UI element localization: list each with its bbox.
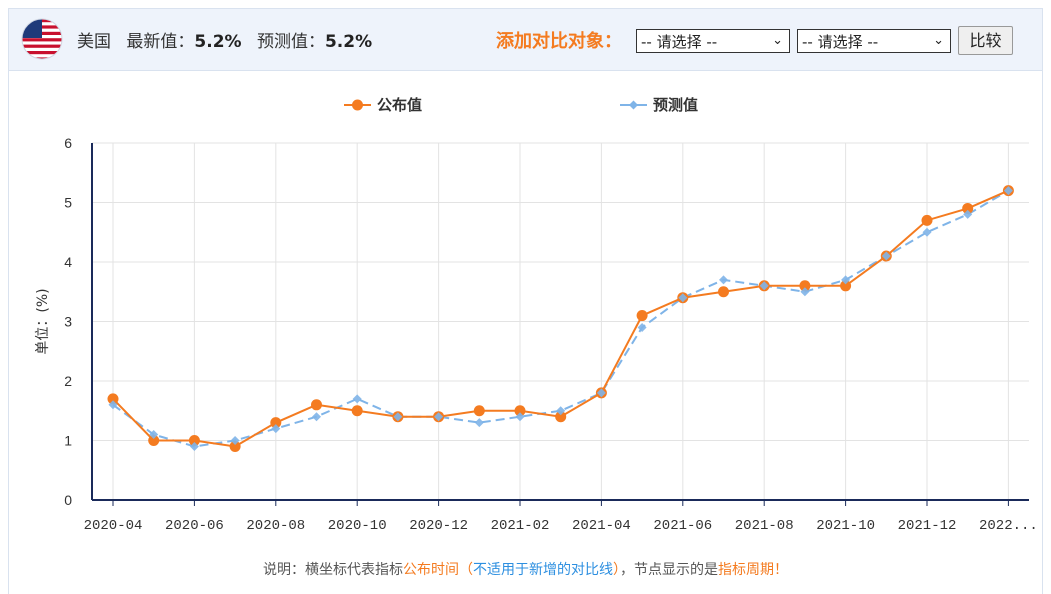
data-point-forecast (719, 275, 728, 285)
x-tick-label: 2022... (979, 518, 1038, 534)
x-tick-label: 2021-02 (491, 518, 550, 534)
legend-marker-published (352, 99, 363, 111)
x-tick-label: 2021-10 (816, 518, 875, 534)
data-point-published (718, 286, 729, 298)
y-tick-label: 4 (64, 254, 72, 270)
y-tick-label: 0 (64, 492, 72, 508)
y-tick-label: 2 (64, 373, 72, 389)
data-point-forecast (474, 418, 484, 428)
x-tick-label: 2021-04 (572, 518, 631, 534)
note-not-applicable[interactable]: 不适用于新增的对比线 (473, 562, 613, 578)
y-axis-label: 单位：(%) (35, 288, 51, 354)
legend-label-forecast: 预测值 (653, 96, 698, 114)
legend-label-published: 公布值 (377, 96, 422, 114)
legend-marker-forecast (629, 100, 638, 110)
note-paren-close: ） (613, 562, 620, 578)
x-tick-label: 2020-10 (328, 518, 387, 534)
data-point-published (921, 214, 933, 226)
y-tick-label: 6 (64, 135, 72, 151)
data-point-published (636, 310, 648, 322)
line-chart: 0 1 2 3 4 5 6 2020-04 2020-06 2020-08 2020-10 2020-… (35, 96, 1038, 534)
data-point-forecast (352, 394, 362, 404)
data-point-forecast (637, 322, 647, 332)
data-point-published (311, 399, 322, 411)
x-tick-label: 2020-08 (246, 518, 305, 534)
data-point-forecast (922, 227, 932, 237)
note-period: 指标周期 (718, 562, 774, 578)
x-tick-label: 2021-08 (735, 518, 794, 534)
note-publish-time: 公布时间 (403, 562, 459, 578)
y-tick-label: 3 (64, 314, 72, 330)
chart-note: 说明：横坐标代表指标公布时间（不适用于新增的对比线），节点显示的是指标周期！ (9, 559, 1042, 579)
x-tick-label: 2020-06 (165, 518, 224, 534)
indicator-panel: 美国 最新值：5.2% 预测值：5.2% 添加对比对象： -- 请选择 -- ⌄… (8, 8, 1043, 594)
note-suffix: ！ (774, 562, 788, 578)
y-tick-label: 5 (64, 195, 72, 211)
data-point-published (473, 405, 485, 417)
x-tick-label: 2020-12 (409, 518, 468, 534)
chart-legend: 公布值 预测值 (344, 96, 698, 114)
note-middle: ，节点显示的是 (620, 562, 718, 578)
x-tick-label: 2021-06 (653, 518, 712, 534)
data-point-published (351, 405, 363, 417)
data-point-forecast (312, 412, 321, 422)
y-tick-label: 1 (64, 433, 72, 449)
note-paren-open: （ (459, 562, 473, 578)
note-prefix: 说明：横坐标代表指标 (263, 562, 403, 578)
x-tick-label: 2021-12 (898, 518, 957, 534)
x-tick-label: 2020-04 (84, 518, 143, 534)
